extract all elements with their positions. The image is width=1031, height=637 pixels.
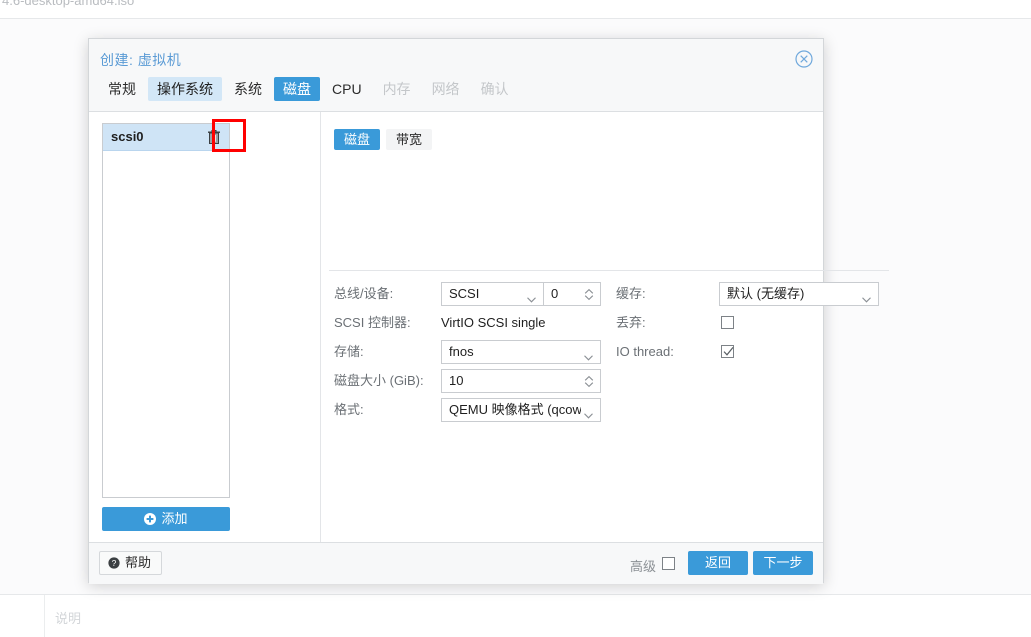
tab-general[interactable]: 常规 — [99, 77, 145, 101]
select-cache[interactable]: 默认 (无缓存) — [719, 282, 879, 306]
dialog-header: 创建: 虚拟机 — [89, 39, 823, 77]
chevron-down-icon — [584, 407, 593, 422]
create-vm-dialog: 创建: 虚拟机 常规操作系统系统磁盘CPU 内存 网络 确认 scsi0 — [88, 38, 889, 584]
field-row-bus-device: 总线/设备: SCSI 0 — [334, 282, 604, 306]
label-bus-device: 总线/设备: — [334, 286, 394, 301]
checkbox-discard[interactable] — [721, 316, 734, 329]
checkbox-advanced[interactable] — [662, 557, 675, 570]
question-circle-icon: ? — [108, 554, 120, 576]
dialog-footer: ? 帮助 高级 返回 下一步 — [89, 542, 823, 584]
chevron-down-icon — [584, 349, 593, 364]
select-format-value: QEMU 映像格式 (qcow2) — [449, 402, 581, 417]
select-bus-type[interactable]: SCSI — [441, 282, 544, 306]
label-disk-size: 磁盘大小 (GiB): — [334, 373, 424, 388]
back-button[interactable]: 返回 — [688, 551, 748, 575]
close-circle-icon[interactable] — [795, 50, 813, 68]
background-top-strip: 4.6-desktop-amd64.iso — [0, 0, 1031, 18]
label-cache: 缓存: — [616, 286, 646, 301]
select-storage[interactable]: fnos — [441, 340, 601, 364]
wizard-tab-bar: 常规 操作系统 系统 磁盘 CPU 内存 网络 确认 — [89, 77, 823, 111]
select-bus-type-value: SCSI — [449, 286, 480, 301]
advanced-label: 高级 — [629, 559, 656, 574]
help-button-label: 帮助 — [125, 555, 152, 570]
tab-memory: 内存 — [382, 81, 411, 97]
spinner-arrows-icon[interactable] — [584, 375, 594, 391]
select-format[interactable]: QEMU 映像格式 (qcow2) — [441, 398, 601, 422]
spinner-device-number[interactable]: 0 — [543, 282, 601, 306]
field-row-format: 格式: QEMU 映像格式 (qcow2) — [334, 398, 604, 422]
dialog-title: 创建: 虚拟机 — [100, 52, 182, 68]
spinner-disk-size[interactable]: 10 — [441, 369, 601, 393]
dialog-body: scsi0 添加 磁盘 带宽 总线/设备: SCSI 0 SCSI 控制器: V… — [89, 111, 889, 542]
spinner-arrows-icon[interactable] — [584, 288, 594, 304]
field-row-storage: 存储: fnos — [334, 340, 604, 364]
next-button[interactable]: 下一步 — [753, 551, 813, 575]
description-placeholder-text: 说明 — [55, 611, 82, 626]
disk-form: 总线/设备: SCSI 0 SCSI 控制器: VirtIO SCSI sing… — [89, 112, 879, 542]
tab-network: 网络 — [431, 81, 460, 97]
help-button[interactable]: ? 帮助 — [99, 551, 163, 576]
svg-text:?: ? — [112, 558, 117, 568]
label-storage: 存储: — [334, 344, 364, 359]
label-scsi-controller: SCSI 控制器: — [334, 315, 411, 330]
field-row-cache: 缓存: 默认 (无缓存) — [616, 282, 886, 306]
select-cache-value: 默认 (无缓存) — [727, 286, 805, 301]
background-cell-border — [44, 595, 45, 637]
select-storage-value: fnos — [449, 344, 474, 359]
iso-filename-text: 4.6-desktop-amd64.iso — [2, 0, 135, 8]
spinner-disk-size-value: 10 — [449, 373, 464, 388]
field-row-scsi-controller: SCSI 控制器: VirtIO SCSI single — [334, 311, 604, 335]
value-scsi-controller: VirtIO SCSI single — [441, 315, 546, 330]
tab-disk[interactable]: 磁盘 — [274, 77, 320, 101]
label-io-thread: IO thread: — [616, 344, 674, 359]
field-row-disk-size: 磁盘大小 (GiB): 10 — [334, 369, 604, 393]
tab-cpu[interactable]: CPU — [323, 77, 371, 101]
background-bottom-row: 说明 — [0, 595, 1031, 637]
label-discard: 丢弃: — [616, 315, 646, 330]
label-format: 格式: — [334, 402, 364, 417]
checkmark-icon — [723, 347, 734, 356]
chevron-down-icon — [527, 291, 536, 306]
spinner-device-number-value: 0 — [551, 286, 559, 301]
tab-os[interactable]: 操作系统 — [148, 77, 222, 101]
chevron-down-icon — [862, 291, 871, 306]
tab-system[interactable]: 系统 — [225, 77, 271, 101]
field-row-discard: 丢弃: — [616, 311, 886, 335]
checkbox-io-thread[interactable] — [721, 345, 734, 358]
field-row-io-thread: IO thread: — [616, 340, 886, 364]
tab-confirm: 确认 — [480, 81, 509, 97]
